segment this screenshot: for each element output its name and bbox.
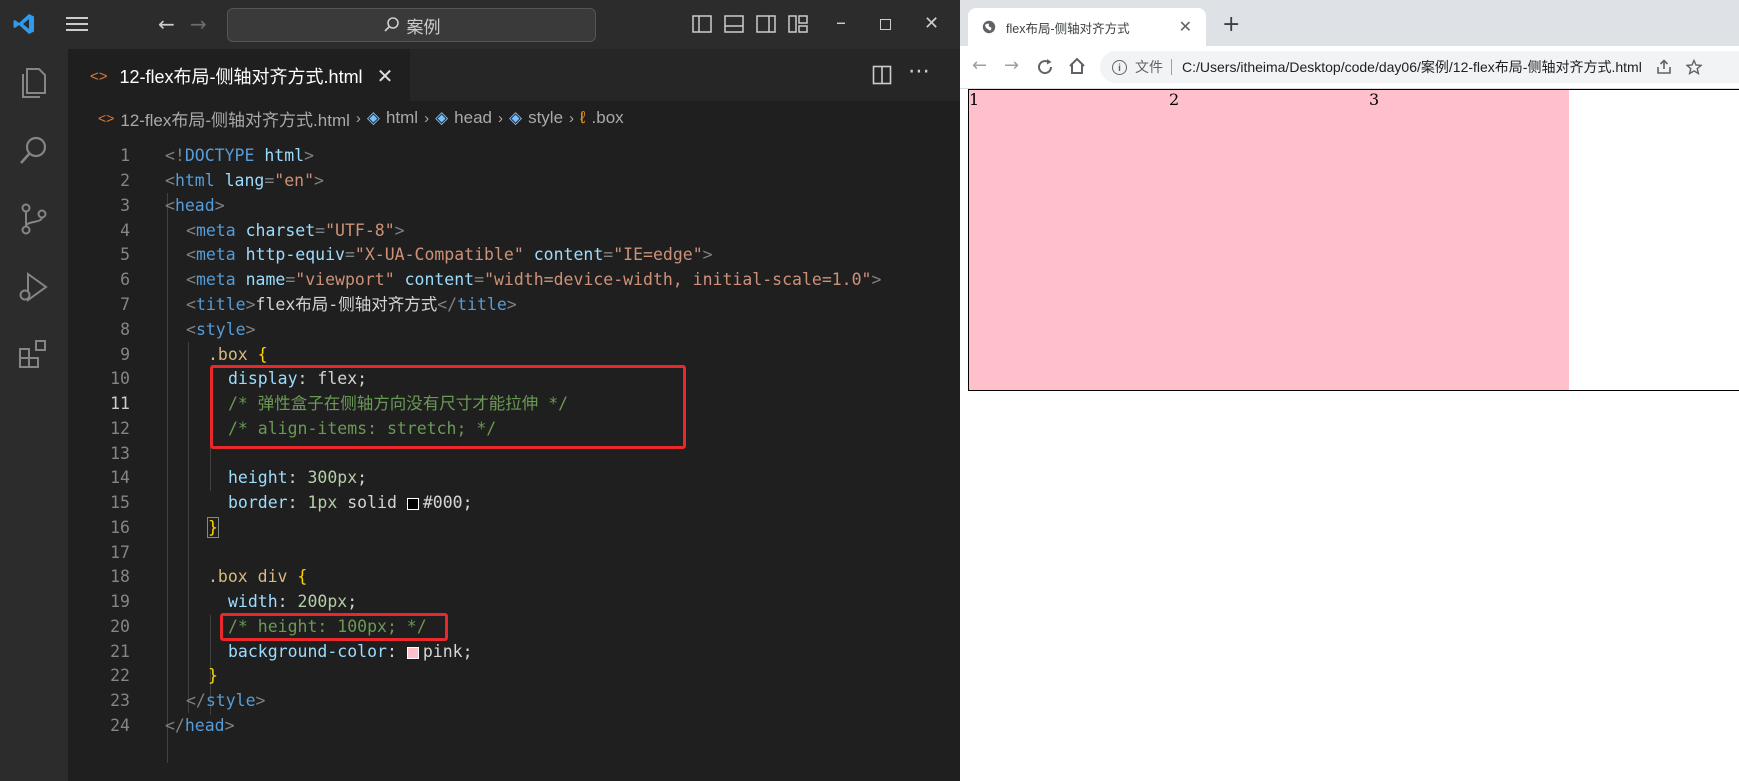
code-line-21: background-color: pink; (228, 642, 473, 661)
globe-icon (982, 20, 996, 34)
cube-icon: ◈ (366, 108, 380, 127)
vscode-window: ← → 案例 – ✕ <> 12-flex布局-侧轴对齐方式.html ✕ ⋯ (0, 0, 960, 781)
code-line-6: <meta name="viewport" content="width=dev… (186, 270, 882, 289)
extensions-icon[interactable] (16, 337, 52, 373)
annotation-box (210, 365, 686, 449)
flex-item: 3 (1369, 90, 1569, 390)
browser-tab-title: flex布局-侧轴对齐方式 (1006, 21, 1130, 36)
search-icon[interactable] (16, 133, 52, 169)
html-file-icon: <> (98, 110, 115, 126)
forward-arrow-icon[interactable]: → (190, 14, 207, 34)
page-viewport: 1 2 3 (960, 89, 1739, 781)
code-line-20: /* height: 100px; */ (228, 617, 427, 636)
activity-bar (0, 49, 68, 781)
more-icon[interactable]: ⋯ (908, 59, 930, 84)
line-number: 13 (110, 444, 130, 463)
bookmark-star-icon[interactable] (1685, 59, 1702, 75)
breadcrumb-item-head[interactable]: head (454, 108, 492, 128)
breadcrumb: <> 12-flex布局-侧轴对齐方式.html › ◈ html › ◈ he… (68, 101, 960, 135)
toggle-secondary-sidebar-icon[interactable] (756, 15, 776, 33)
split-editor-icon[interactable] (872, 65, 892, 85)
breadcrumb-item-html[interactable]: html (386, 108, 418, 128)
flex-container: 1 2 3 (968, 89, 1739, 391)
info-icon[interactable]: i (1112, 59, 1127, 75)
color-swatch-black[interactable] (406, 497, 419, 510)
code-line-22: } (208, 666, 218, 685)
code-line-15: border: 1px solid #000; (228, 493, 473, 512)
browser-tab-active[interactable]: flex布局-侧轴对齐方式 ✕ (968, 8, 1206, 46)
chevron-right-icon: › (498, 109, 503, 127)
toggle-primary-sidebar-icon[interactable] (692, 15, 712, 33)
browser-window: flex布局-侧轴对齐方式 ✕ + ← → i 文件 C:/Users/ithe… (960, 0, 1739, 781)
code-line-18: .box div { (208, 567, 308, 586)
browser-tab-strip: flex布局-侧轴对齐方式 ✕ + (960, 0, 1739, 46)
vscode-logo-icon[interactable] (12, 12, 36, 36)
chevron-right-icon: › (569, 109, 575, 127)
search-icon (383, 17, 399, 32)
menu-icon[interactable] (66, 16, 88, 32)
code-line-14: height: 300px; (228, 468, 368, 487)
address-bar[interactable]: i 文件 C:/Users/itheima/Desktop/code/day06… (1100, 51, 1739, 83)
chevron-right-icon: › (424, 109, 430, 127)
breadcrumb-item-box[interactable]: .box (592, 108, 624, 128)
code-editor[interactable]: 1 2 3 4 5 6 7 8 9 10 11 12 13 14 15 16 1… (68, 143, 960, 781)
scheme-label: 文件 (1135, 59, 1163, 75)
line-number: 17 (110, 543, 130, 562)
back-icon[interactable]: ← (972, 56, 987, 76)
code-line-5: <meta http-equiv="X-UA-Compatible" conte… (186, 245, 713, 264)
code-line-23: </style> (186, 691, 266, 710)
reload-icon[interactable] (1036, 58, 1054, 76)
customize-layout-icon[interactable] (788, 15, 808, 33)
url-text[interactable]: C:/Users/itheima/Desktop/code/day06/案例/1… (1182, 57, 1642, 77)
new-tab-button[interactable]: + (1222, 12, 1240, 37)
cube-icon: ◈ (509, 108, 523, 127)
close-icon[interactable]: ✕ (377, 64, 394, 89)
close-icon[interactable]: ✕ (1179, 17, 1192, 37)
run-debug-icon[interactable] (16, 269, 52, 305)
editor-area: <> 12-flex布局-侧轴对齐方式.html ✕ ⋯ <> 12-flex布… (68, 49, 960, 781)
browser-toolbar: ← → i 文件 C:/Users/itheima/Desktop/code/d… (960, 46, 1739, 89)
title-bar: ← → 案例 – ✕ (0, 0, 960, 49)
toggle-panel-icon[interactable] (724, 15, 744, 33)
editor-tab-active[interactable]: <> 12-flex布局-侧轴对齐方式.html ✕ (68, 49, 410, 101)
flex-item: 2 (1169, 90, 1369, 390)
editor-tab-label: 12-flex布局-侧轴对齐方式.html (119, 67, 363, 87)
flex-item: 1 (969, 90, 1169, 390)
editor-tab-bar: <> 12-flex布局-侧轴对齐方式.html ✕ ⋯ (68, 49, 960, 101)
code-line-4: <meta charset="UTF-8"> (186, 221, 405, 240)
forward-icon[interactable]: → (1004, 56, 1019, 76)
close-window-icon[interactable]: ✕ (924, 14, 939, 34)
code-line-9: .box { (208, 345, 268, 364)
chevron-right-icon: › (355, 109, 361, 127)
home-icon[interactable] (1068, 57, 1086, 75)
html-file-icon: <> (90, 67, 108, 85)
command-center-text: 案例 (406, 17, 441, 38)
maximize-icon[interactable] (880, 19, 891, 30)
code-line-24: </head> (165, 716, 235, 735)
divider (1171, 59, 1172, 75)
explorer-icon[interactable] (16, 65, 52, 101)
cube-icon: ◈ (435, 108, 449, 127)
breadcrumb-item-style[interactable]: style (528, 108, 563, 128)
breadcrumb-file[interactable]: 12-flex布局-侧轴对齐方式.html (120, 106, 350, 131)
code-line-2: <html lang="en"> (165, 171, 324, 190)
code-line-3: <head> (165, 196, 225, 215)
color-swatch-pink[interactable] (406, 646, 419, 659)
back-arrow-icon[interactable]: ← (158, 14, 175, 34)
code-line-7: <title>flex布局-侧轴对齐方式</title> (186, 295, 517, 314)
code-line-19: width: 200px; (228, 592, 358, 611)
css-selector-icon: ℓ (580, 108, 586, 127)
share-icon[interactable] (1656, 59, 1672, 75)
source-control-icon[interactable] (16, 201, 52, 237)
annotation-box (220, 613, 448, 641)
minimize-icon[interactable]: – (836, 12, 846, 32)
code-line-8: <style> (186, 320, 256, 339)
command-center[interactable]: 案例 (227, 8, 596, 42)
code-line-16: } (207, 517, 219, 538)
code-line-1: <!DOCTYPE html> (165, 146, 315, 165)
